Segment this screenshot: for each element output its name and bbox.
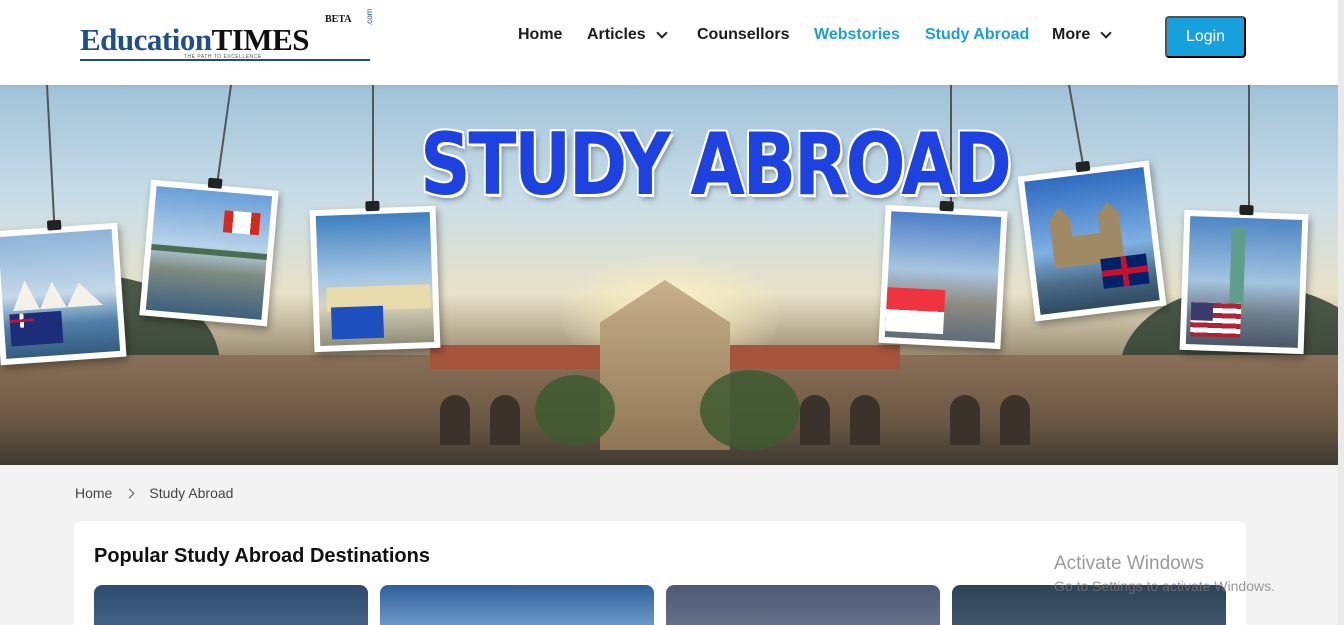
photo-australia: [0, 219, 127, 366]
nav-articles-label: Articles: [587, 26, 646, 43]
activate-title: Activate Windows: [1054, 553, 1204, 574]
canada-flag-icon: [222, 210, 261, 236]
nav-study-abroad-label: Study Abroad: [925, 26, 1030, 43]
photo-united-states: [1179, 204, 1309, 355]
hanging-string: [372, 85, 374, 210]
arch: [850, 395, 880, 445]
hanging-string: [1068, 85, 1084, 164]
arch: [1000, 395, 1030, 445]
destination-tile[interactable]: [94, 585, 368, 625]
us-flag-icon: [1190, 302, 1242, 338]
logo-underline: [80, 59, 370, 61]
destination-tile[interactable]: [666, 585, 940, 625]
hanging-string: [1248, 85, 1250, 210]
binder-clip-icon: [1239, 204, 1254, 216]
binder-clip-icon: [939, 200, 954, 212]
breadcrumb-current: Study Abroad: [149, 485, 234, 501]
logo-wordmark: EducationTIMES: [80, 22, 310, 58]
activate-subtitle: Go to Settings to activate Windows.: [1054, 578, 1275, 594]
nav-webstories[interactable]: Webstories: [814, 26, 900, 44]
nav-home-label: Home: [518, 26, 563, 43]
site-header: BETA EducationTIMES .com THE PATH TO EXC…: [0, 0, 1344, 85]
logo-beta-label: BETA: [325, 14, 352, 25]
hero-title: STUDY ABROAD: [420, 115, 1012, 215]
photo-singapore: [878, 200, 1008, 350]
nav-more-label: More: [1052, 26, 1091, 43]
tree: [700, 370, 800, 450]
nav-study-abroad[interactable]: Study Abroad: [925, 26, 1029, 44]
education-times-logo[interactable]: BETA EducationTIMES .com THE PATH TO EXC…: [80, 8, 374, 64]
breadcrumb: Home Study Abroad: [75, 485, 233, 501]
activate-windows-watermark: Activate Windows Go to Settings to activ…: [1054, 553, 1275, 594]
chevron-down-icon: [1100, 27, 1112, 39]
scrollbar[interactable]: [1338, 0, 1344, 625]
arch: [490, 395, 520, 445]
nav-articles[interactable]: Articles: [587, 26, 668, 44]
study-abroad-banner: STUDY ABROAD: [0, 85, 1338, 465]
eu-flag-icon: [330, 305, 385, 340]
binder-clip-icon: [1075, 160, 1091, 173]
arch: [950, 395, 980, 445]
photo-europe: [309, 200, 441, 353]
uk-flag-icon: [1100, 253, 1150, 289]
breadcrumb-home[interactable]: Home: [75, 485, 112, 501]
photo-canada: [139, 177, 279, 327]
section-heading: Popular Study Abroad Destinations: [94, 545, 430, 567]
logo-text-times: TIMES: [211, 22, 310, 57]
chevron-right-icon: [124, 488, 135, 498]
australia-flag-icon: [9, 310, 64, 347]
logo-com-label: .com: [365, 8, 374, 26]
nav-counsellors[interactable]: Counsellors: [697, 26, 789, 44]
tree: [535, 375, 615, 445]
binder-clip-icon: [365, 200, 380, 212]
nav-more[interactable]: More: [1052, 26, 1112, 44]
nav-home[interactable]: Home: [518, 26, 562, 44]
nav-webstories-label: Webstories: [814, 26, 900, 43]
chevron-down-icon: [656, 27, 668, 39]
arch: [800, 395, 830, 445]
binder-clip-icon: [46, 219, 62, 231]
photo-united-kingdom: [1017, 160, 1167, 322]
singapore-flag-icon: [885, 287, 946, 335]
arch: [440, 395, 470, 445]
nav-counsellors-label: Counsellors: [697, 26, 790, 43]
logo-text-education: Education: [80, 22, 212, 57]
hanging-string: [46, 85, 55, 225]
hanging-string: [216, 85, 232, 185]
binder-clip-icon: [207, 177, 223, 189]
login-button[interactable]: Login: [1165, 16, 1246, 58]
destination-tile[interactable]: [380, 585, 654, 625]
